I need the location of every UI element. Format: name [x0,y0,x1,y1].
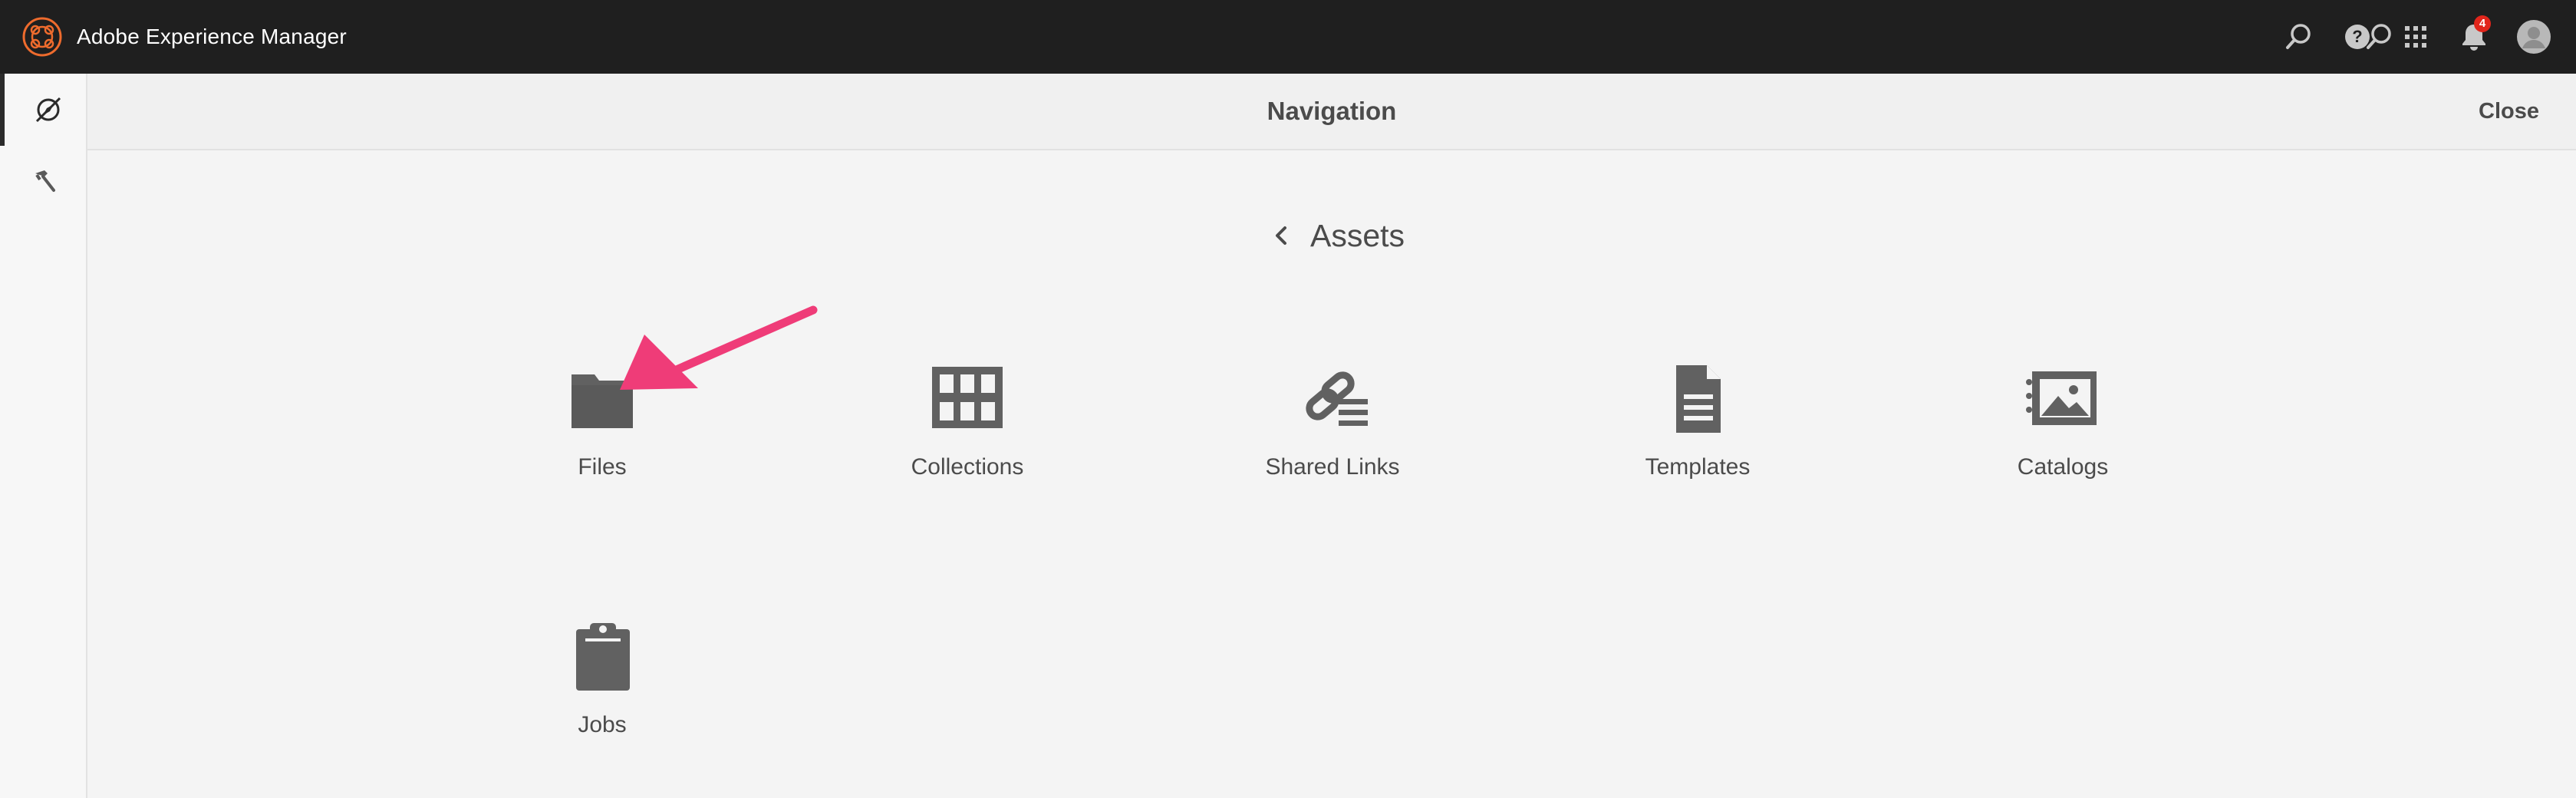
collections-grid-icon [929,361,1006,437]
tile-shared-links[interactable]: Shared Links [1217,361,1448,522]
tile-label: Catalogs [2017,454,2109,480]
tile-catalogs[interactable]: Catalogs [1948,361,2178,522]
back-button[interactable]: Assets [1266,209,1435,262]
tools-hammer-icon [35,170,55,192]
app-title: Adobe Experience Manager [77,25,347,48]
aem-logo-icon [22,17,62,57]
close-button[interactable]: Close [2479,74,2539,149]
tile-label: Collections [911,454,1024,480]
brand[interactable]: Adobe Experience Manager [21,15,347,58]
rail-item-navigation[interactable] [0,74,86,146]
user-avatar-icon[interactable] [2515,18,2552,55]
tile-label: Shared Links [1265,454,1400,480]
tile-collections[interactable]: Collections [852,361,1082,522]
tile-templates[interactable]: Templates [1583,361,1813,522]
search-icon[interactable] [2280,18,2317,55]
jobs-clipboard-icon [564,618,641,695]
left-rail [0,74,87,798]
rail-item-tools[interactable] [0,146,86,218]
apps-grid-icon[interactable] [2397,18,2434,55]
chevron-left-icon [1276,226,1286,245]
tile-label: Templates [1645,454,1751,480]
tile-files[interactable]: Files [487,361,717,522]
navigation-header: Navigation Close [87,74,2576,150]
shell-header: Adobe Experience Manager [0,0,2576,74]
notification-count-badge: 4 [2474,15,2491,32]
tile-jobs[interactable]: Jobs [487,618,717,780]
tile-label: Jobs [578,712,627,737]
navigation-compass-icon [35,97,61,123]
breadcrumb-label: Assets [1310,217,1405,253]
shared-link-icon [1294,361,1371,437]
page-title: Navigation [1267,97,1397,125]
folder-icon [564,361,641,437]
help-icon[interactable]: ? [2339,18,2376,55]
tile-label: Files [578,454,627,480]
catalog-image-icon [2024,361,2101,437]
template-document-icon [1659,361,1736,437]
bell-icon[interactable]: 4 [2456,15,2492,55]
svg-text:?: ? [2352,27,2362,46]
